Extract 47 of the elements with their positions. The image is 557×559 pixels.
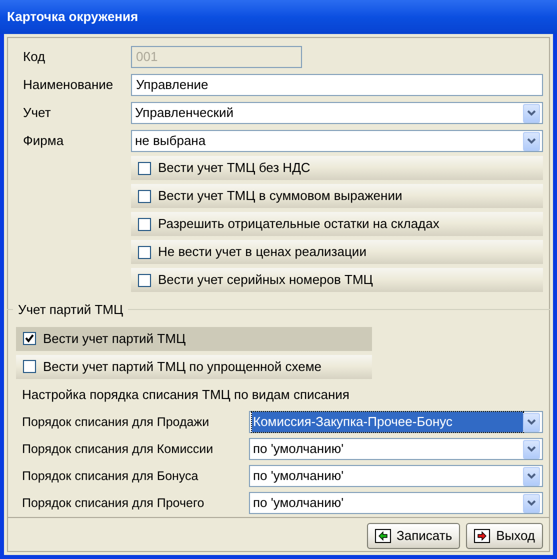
field-label: Учет xyxy=(22,104,52,122)
checkbox-label: Вести учет партий ТМЦ xyxy=(43,330,186,348)
dropdown-value: Управленческий xyxy=(134,104,234,122)
dropdown[interactable]: по 'умолчанию' xyxy=(249,492,543,514)
checkbox[interactable] xyxy=(23,360,36,373)
checkbox-row[interactable]: Вести учет партий ТМЦ по упрощенной схеме xyxy=(16,354,372,378)
checkbox[interactable] xyxy=(138,274,151,286)
checkbox-row[interactable]: Вести учет серийных номеров ТМЦ xyxy=(131,268,543,292)
checkbox-row[interactable]: Не вести учет в ценах реализации xyxy=(131,240,543,264)
field-label: Порядок списания для Прочего xyxy=(21,494,206,512)
field-label: Порядок списания для Продажи xyxy=(21,414,210,431)
checkbox[interactable] xyxy=(138,218,151,230)
dialog-button[interactable]: Записать xyxy=(366,522,460,548)
checkbox[interactable] xyxy=(138,190,151,202)
section-title: Учет партий ТМЦ xyxy=(17,301,124,319)
checkbox-row[interactable]: Разрешить отрицательные остатки на складах xyxy=(131,212,543,236)
checkbox-row[interactable]: Вести учет партий ТМЦ xyxy=(16,326,372,350)
dropdown[interactable]: по 'умолчанию' xyxy=(249,465,543,487)
field-label: Код xyxy=(22,48,46,66)
input-field[interactable]: Управление xyxy=(131,74,543,96)
section-subtitle: Настройка порядка списания ТМЦ по видам списания xyxy=(22,386,350,404)
dropdown-value: по 'умолчанию' xyxy=(252,440,345,458)
dropdown[interactable]: по 'умолчанию' xyxy=(249,438,543,460)
checkbox[interactable] xyxy=(23,332,36,345)
checkbox-label: Не вести учет в ценах реализации xyxy=(158,243,366,262)
field-label: Наименование xyxy=(22,76,114,94)
checkbox[interactable] xyxy=(138,246,151,258)
checkbox-row[interactable]: Вести учет ТМЦ без НДС xyxy=(131,156,543,180)
checkbox-label: Разрешить отрицательные остатки на складах xyxy=(158,215,440,234)
window-title: Карточка окружения xyxy=(7,8,138,26)
dropdown-value: не выбрана xyxy=(134,132,207,150)
checkbox-label: Вести учет партий ТМЦ по упрощенной схеме xyxy=(43,358,322,376)
dropdown[interactable]: Управленческий xyxy=(131,102,543,124)
dialog-button[interactable]: Выход xyxy=(466,522,543,548)
dropdown[interactable]: не выбрана xyxy=(131,130,543,152)
checkbox-row[interactable]: Вести учет ТМЦ в суммовом выражении xyxy=(131,184,543,208)
checkbox[interactable] xyxy=(138,162,151,174)
field-label: Фирма xyxy=(22,132,65,150)
field-label: Порядок списания для Комиссии xyxy=(21,440,214,458)
dropdown-value: по 'умолчанию' xyxy=(252,494,345,512)
checkbox-label: Вести учет ТМЦ без НДС xyxy=(158,159,310,178)
checkbox-label: Вести учет ТМЦ в суммовом выражении xyxy=(158,187,402,206)
dropdown[interactable]: Комиссия-Закупка-Прочее-Бонус xyxy=(249,411,543,433)
dropdown-value: Комиссия-Закупка-Прочее-Бонус xyxy=(252,412,523,432)
dropdown-value: по 'умолчанию' xyxy=(252,467,345,486)
field-label: Порядок списания для Бонуса xyxy=(21,468,200,485)
checkbox-label: Вести учет серийных номеров ТМЦ xyxy=(158,271,373,290)
